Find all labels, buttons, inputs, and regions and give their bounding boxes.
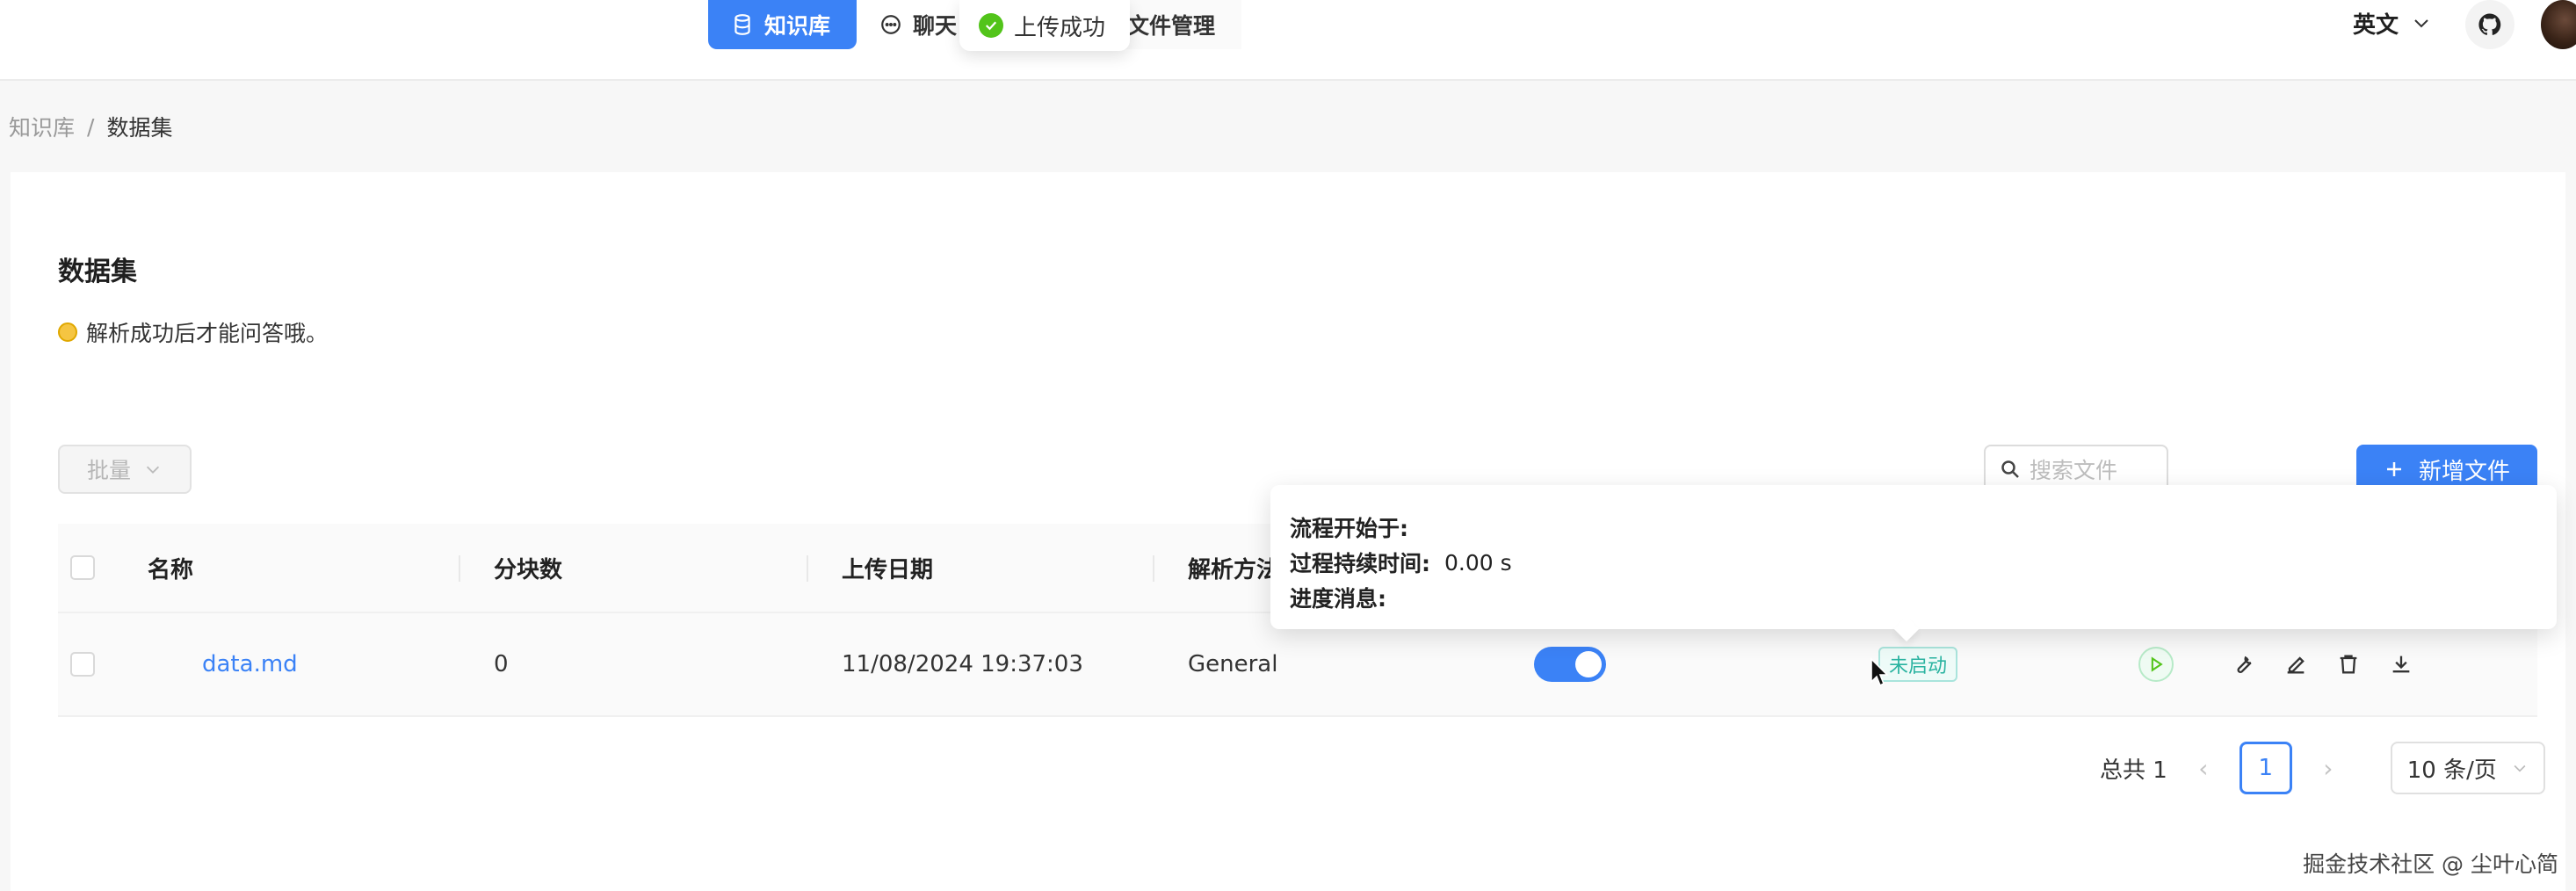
page-title: 数据集	[58, 257, 137, 287]
upload-date: 11/08/2024 19:37:03	[842, 651, 1083, 677]
pencil-icon	[2287, 656, 2305, 674]
delete-button[interactable]	[2334, 649, 2363, 679]
rename-button[interactable]	[2281, 649, 2311, 679]
play-icon	[2151, 656, 2163, 672]
popover-duration-label: 过程持续时间:	[1290, 551, 1430, 576]
language-selector[interactable]: 英文	[2353, 4, 2432, 42]
header-upload-date: 上传日期	[842, 556, 934, 583]
toast-message: 上传成功	[1014, 14, 1106, 41]
breadcrumb-current: 数据集	[106, 115, 173, 141]
column-divider	[807, 555, 808, 582]
batch-button-label: 批量	[86, 458, 131, 483]
chat-icon	[881, 15, 901, 34]
header-chunks: 分块数	[494, 556, 563, 583]
smile-emoji-icon	[58, 322, 77, 342]
plus-icon	[2386, 462, 2401, 476]
parse-status-popover: 流程开始于: 过程持续时间: 0.00 s 进度消息:	[1270, 485, 2557, 629]
column-divider	[459, 555, 460, 582]
chevron-down-icon	[2514, 764, 2526, 772]
parse-method: General	[1188, 651, 1278, 677]
search-icon	[2001, 460, 2019, 478]
popover-duration-value: 0.00 s	[1444, 549, 1512, 576]
run-parse-button[interactable]	[2138, 647, 2174, 682]
parse-hint: 解析成功后才能问答哦。	[58, 316, 328, 348]
breadcrumb: 知识库 / 数据集	[9, 111, 172, 142]
breadcrumb-root[interactable]: 知识库	[9, 111, 75, 142]
top-nav: 知识库 聊天 文件管理 英文	[0, 0, 2576, 81]
user-avatar[interactable]	[2541, 0, 2576, 49]
popover-progress-line: 进度消息:	[1290, 580, 2557, 615]
popover-duration-line: 过程持续时间: 0.00 s	[1290, 545, 2557, 580]
popover-start-label: 流程开始于:	[1290, 516, 1408, 541]
popover-start-line: 流程开始于:	[1290, 510, 2557, 545]
tab-file-management-label: 文件管理	[1127, 13, 1216, 39]
chunk-count: 0	[494, 651, 509, 677]
check-circle-icon	[979, 13, 1003, 38]
batch-button[interactable]: 批量	[58, 445, 192, 494]
enable-toggle[interactable]	[1534, 647, 1606, 682]
tab-knowledge-base-label: 知识库	[764, 13, 831, 39]
pagination-total: 总共 1	[2100, 757, 2167, 784]
download-button[interactable]	[2386, 649, 2416, 679]
watermark: 掘金技术社区 @ 尘叶心简	[2303, 851, 2558, 877]
mouse-cursor-icon	[1870, 657, 1889, 687]
language-label: 英文	[2353, 11, 2399, 39]
header-parse-method: 解析方法	[1188, 556, 1280, 583]
database-icon	[734, 14, 750, 35]
next-page-button[interactable]: ›	[2315, 754, 2341, 783]
file-name-link[interactable]: data.md	[202, 613, 298, 715]
prev-page-button[interactable]: ‹	[2190, 754, 2217, 783]
trash-icon	[2340, 655, 2357, 674]
chevron-down-icon	[2414, 19, 2428, 28]
page-size-select[interactable]: 10 条/页	[2390, 742, 2545, 794]
tab-knowledge-base[interactable]: 知识库	[708, 0, 857, 49]
upload-success-toast: 上传成功	[959, 0, 1130, 51]
select-all-checkbox[interactable]	[70, 555, 95, 580]
header-name: 名称	[148, 556, 194, 583]
pagination: 总共 1 ‹ 1 › 10 条/页	[2100, 742, 2545, 794]
breadcrumb-separator: /	[87, 113, 95, 140]
parse-hint-text: 解析成功后才能问答哦。	[86, 321, 329, 346]
add-file-button-label: 新增文件	[2418, 458, 2510, 485]
github-icon	[2478, 13, 2501, 35]
page-size-label: 10 条/页	[2406, 757, 2497, 784]
chevron-down-icon	[146, 466, 160, 474]
tab-chat-label: 聊天	[913, 13, 958, 39]
page-number-button[interactable]: 1	[2239, 742, 2292, 794]
github-button[interactable]	[2465, 0, 2514, 49]
search-placeholder: 搜索文件	[2030, 458, 2118, 483]
wrench-icon	[2237, 656, 2252, 673]
column-divider	[1153, 555, 1154, 582]
row-checkbox[interactable]	[70, 652, 95, 677]
popover-progress-label: 进度消息:	[1290, 586, 1386, 612]
download-icon	[2392, 656, 2410, 673]
settings-button[interactable]	[2228, 649, 2258, 679]
